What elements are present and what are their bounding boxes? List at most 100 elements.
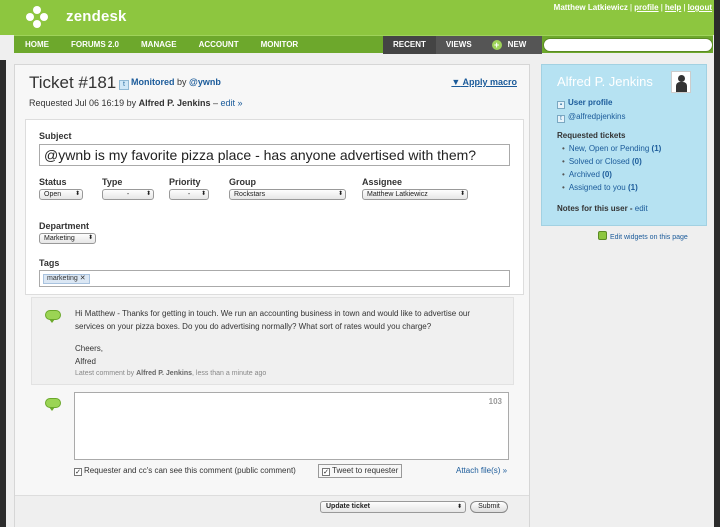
latest-comment: Hi Matthew - Thanks for getting in touch… xyxy=(31,297,514,385)
assignee-label: Assignee xyxy=(362,177,403,187)
select-arrow-icon: ⬍ xyxy=(145,191,151,197)
edit-widgets-label: Edit widgets on this page xyxy=(610,234,688,241)
nav-account[interactable]: ACCOUNT xyxy=(188,36,250,54)
triangle-down-icon: ▼ xyxy=(451,77,461,87)
zendesk-logo-icon[interactable] xyxy=(26,6,48,28)
monitored-by-word: by xyxy=(177,77,187,87)
subject-label: Subject xyxy=(39,131,72,141)
department-label: Department xyxy=(39,221,90,231)
requested-tickets-item[interactable]: New, Open or Pending (1) xyxy=(562,144,662,153)
apply-macro-link[interactable]: ▼ Apply macro xyxy=(451,77,517,87)
help-link[interactable]: help xyxy=(665,3,681,12)
edit-widgets-link[interactable]: Edit widgets on this page xyxy=(598,231,688,241)
speech-bubble-icon xyxy=(45,398,61,411)
item-label: Solved or Closed xyxy=(568,157,630,166)
department-select[interactable]: Marketing ⬍ xyxy=(39,233,96,244)
checkmark-icon: ✓ xyxy=(322,468,330,476)
tags-input[interactable]: marketing ✕ xyxy=(39,270,510,287)
window-edge-left xyxy=(0,60,6,527)
subject-input[interactable]: @ywnb is my favorite pizza place - has a… xyxy=(39,144,510,166)
twitter-icon: t xyxy=(557,115,565,123)
select-arrow-icon: ⬍ xyxy=(459,191,465,197)
select-arrow-icon: ⬍ xyxy=(337,191,343,197)
update-value: Update ticket xyxy=(326,503,370,510)
item-count: (1) xyxy=(627,183,638,192)
comment-meta-suffix: , less than a minute ago xyxy=(192,370,267,377)
avatar[interactable] xyxy=(671,71,691,93)
nav-new[interactable]: + NEW xyxy=(482,36,537,54)
status-label: Status xyxy=(39,177,67,187)
item-label: New, Open or Pending xyxy=(568,144,650,153)
edit-notes-link[interactable]: edit xyxy=(635,204,648,213)
comment-author[interactable]: Alfred P. Jenkins xyxy=(136,370,192,377)
current-user-name[interactable]: Matthew Latkiewicz xyxy=(554,3,628,12)
nav-forums[interactable]: FORUMS 2.0 xyxy=(60,36,130,54)
comment-meta-prefix: Latest comment by xyxy=(75,370,135,377)
type-select[interactable]: - ⬍ xyxy=(102,189,154,200)
nav-new-label: NEW xyxy=(507,40,527,49)
notes-for-user: Notes for this user - edit xyxy=(557,204,648,213)
group-value: Rockstars xyxy=(234,191,266,198)
brand-name[interactable]: zendesk xyxy=(66,8,127,25)
public-comment-label: Requester and cc's can see this comment … xyxy=(84,466,296,475)
public-comment-checkbox[interactable]: ✓ Requester and cc's can see this comment… xyxy=(74,466,296,476)
item-count: (1) xyxy=(651,144,662,153)
item-label: Assigned to you xyxy=(568,183,626,192)
checkmark-icon: ✓ xyxy=(74,468,82,476)
new-comment-textarea[interactable]: 103 xyxy=(74,392,509,460)
char-count: 103 xyxy=(488,397,502,406)
requested-line: Requested Jul 06 16:19 by Alfred P. Jenk… xyxy=(29,98,243,108)
attach-files-link[interactable]: Attach file(s) » xyxy=(456,466,507,475)
main-nav: HOME FORUMS 2.0 MANAGE ACCOUNT MONITOR R… xyxy=(14,35,713,54)
group-select[interactable]: Rockstars ⬍ xyxy=(229,189,346,200)
user-profile-link[interactable]: ▪ User profile xyxy=(557,98,612,109)
apply-macro-label: Apply macro xyxy=(462,77,517,87)
monitor-handle-link[interactable]: @ywnb xyxy=(189,77,221,87)
remove-tag-icon[interactable]: ✕ xyxy=(80,275,86,282)
assignee-select[interactable]: Matthew Latkiewicz ⬍ xyxy=(362,189,468,200)
nav-manage[interactable]: MANAGE xyxy=(130,36,188,54)
user-profile-icon: ▪ xyxy=(557,101,565,109)
speech-bubble-icon xyxy=(45,310,61,323)
user-links: Matthew Latkiewicz | profile | help | logout xyxy=(553,3,712,12)
edit-requester-link[interactable]: edit » xyxy=(220,98,242,108)
plus-icon: + xyxy=(491,40,502,50)
search-input[interactable] xyxy=(543,38,713,52)
profile-link[interactable]: profile xyxy=(634,3,658,12)
nav-right-group: RECENT VIEWS + NEW xyxy=(383,36,542,54)
update-ticket-select[interactable]: Update ticket ⬍ xyxy=(320,501,466,513)
priority-label: Priority xyxy=(169,177,201,187)
nav-monitor[interactable]: MONITOR xyxy=(250,36,310,54)
comment-body: Hi Matthew - Thanks for getting in touch… xyxy=(75,307,495,368)
twitter-handle-link[interactable]: t @alfredpjenkins xyxy=(557,112,625,123)
requester-name-heading: Alfred P. Jenkins xyxy=(557,74,653,89)
requested-prefix: Requested Jul 06 16:19 by xyxy=(29,98,137,108)
comment-line: services on your pizza boxes. Do you do … xyxy=(75,322,432,331)
priority-select[interactable]: - ⬍ xyxy=(169,189,209,200)
status-value: Open xyxy=(44,191,62,198)
select-arrow-icon: ⬍ xyxy=(200,191,206,197)
item-count: (0) xyxy=(631,157,642,166)
requested-tickets-item[interactable]: Solved or Closed (0) xyxy=(562,157,642,166)
select-arrow-icon: ⬍ xyxy=(456,504,462,510)
nav-views[interactable]: VIEWS xyxy=(436,36,482,54)
ticket-form: Subject @ywnb is my favorite pizza place… xyxy=(25,119,524,295)
logout-link[interactable]: logout xyxy=(688,3,712,12)
comment-line: Hi Matthew - Thanks for getting in touch… xyxy=(75,309,471,318)
puzzle-icon xyxy=(598,231,607,240)
nav-home[interactable]: HOME xyxy=(14,36,60,54)
comment-meta: Latest comment by Alfred P. Jenkins, les… xyxy=(75,370,266,377)
requested-tickets-item[interactable]: Archived (0) xyxy=(562,170,612,179)
requested-tickets-item[interactable]: Assigned to you (1) xyxy=(562,183,638,192)
window-edge-right xyxy=(714,0,720,527)
type-value: - xyxy=(126,191,130,198)
submit-button[interactable]: Submit xyxy=(470,501,508,513)
select-arrow-icon: ⬍ xyxy=(74,191,80,197)
requester-name[interactable]: Alfred P. Jenkins xyxy=(139,98,211,108)
status-select[interactable]: Open ⬍ xyxy=(39,189,83,200)
requested-tickets-heading: Requested tickets xyxy=(557,131,626,140)
tweet-to-requester-checkbox[interactable]: ✓ Tweet to requester xyxy=(318,464,403,478)
ticket-title: Ticket #181 xyxy=(29,73,117,92)
group-label: Group xyxy=(229,177,256,187)
nav-recent[interactable]: RECENT xyxy=(383,36,436,54)
